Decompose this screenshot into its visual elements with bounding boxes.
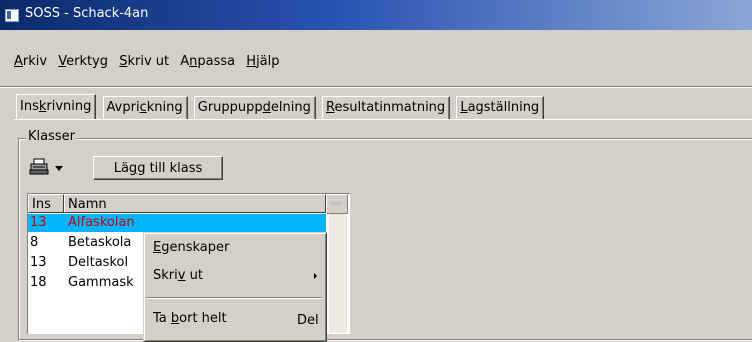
add-class-button[interactable]: Lägg till klass bbox=[93, 156, 223, 180]
submenu-arrow-icon bbox=[314, 273, 317, 279]
context-item-egenskaper[interactable]: Egenskaper bbox=[153, 238, 229, 258]
groupbox-label: Klasser bbox=[26, 129, 77, 144]
tab-inskrivning[interactable]: Inskrivning bbox=[16, 94, 97, 119]
tab-resultatinmatning[interactable]: Resultatinmatning bbox=[322, 96, 451, 119]
menu-divider-highlight bbox=[0, 87, 752, 88]
tab-strip: Inskrivning Avprickning Gruppuppdelning … bbox=[16, 94, 546, 120]
window-title: SOSS - Schack-4an bbox=[25, 6, 149, 21]
app-icon[interactable] bbox=[5, 9, 19, 22]
scroll-button[interactable] bbox=[326, 194, 348, 214]
menu-anpassa[interactable]: Anpassa bbox=[180, 54, 235, 69]
menu-arkiv[interactable]: Arkiv bbox=[14, 54, 47, 69]
row-ins: 13 bbox=[30, 255, 47, 270]
print-dropdown-arrow-icon[interactable] bbox=[55, 166, 63, 171]
tab-panel-border bbox=[14, 119, 752, 120]
row-ins: 8 bbox=[30, 235, 39, 250]
context-item-ta-bort-helt[interactable]: Ta bort helt bbox=[153, 309, 227, 329]
printer-icon[interactable] bbox=[29, 158, 49, 176]
context-item-skriv-ut[interactable]: Skriv ut bbox=[153, 266, 203, 286]
menu-bar: Arkiv Verktyg Skriv ut Anpassa Hjälp bbox=[14, 54, 287, 74]
menu-hjalp[interactable]: Hjälp bbox=[246, 54, 279, 69]
column-header-namn[interactable]: Namn bbox=[64, 194, 326, 213]
row-name: Betaskola bbox=[68, 235, 132, 250]
title-bar[interactable]: SOSS - Schack-4an bbox=[0, 0, 752, 30]
row-ins: 13 bbox=[30, 215, 47, 230]
shortcut-del: Del bbox=[297, 313, 319, 328]
row-name: Deltaskol bbox=[68, 255, 129, 270]
menu-verktyg[interactable]: Verktyg bbox=[58, 54, 108, 69]
list-row[interactable]: 13 Alfaskolan bbox=[28, 214, 326, 232]
row-ins: 18 bbox=[30, 275, 47, 290]
row-name: Gammask bbox=[68, 275, 134, 290]
menu-skriv-ut[interactable]: Skriv ut bbox=[119, 54, 169, 69]
tab-gruppuppdelning[interactable]: Gruppuppdelning bbox=[193, 96, 316, 119]
tab-avprickning[interactable]: Avprickning bbox=[102, 96, 188, 119]
column-header-ins[interactable]: Ins bbox=[28, 194, 64, 213]
scrollbar-track[interactable] bbox=[329, 214, 347, 333]
row-name: Alfaskolan bbox=[68, 215, 135, 230]
tab-lagstallning[interactable]: Lagställning bbox=[456, 96, 545, 119]
context-menu-divider-highlight bbox=[146, 298, 322, 299]
